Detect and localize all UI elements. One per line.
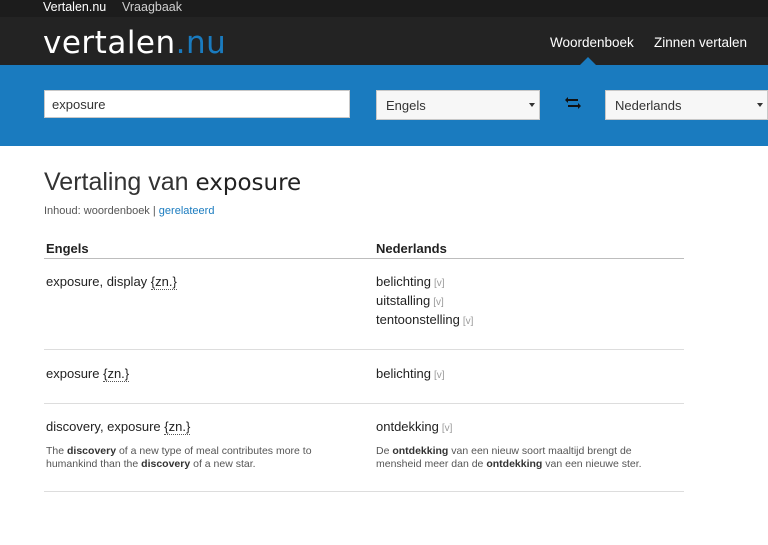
entry-term: exposure {zn.} xyxy=(46,366,130,382)
gender-tag: [v] xyxy=(433,278,445,289)
example-text: The xyxy=(46,445,68,457)
title-word: exposure xyxy=(195,170,302,196)
nav-active-indicator xyxy=(580,57,596,65)
translation: belichting [v] xyxy=(376,274,445,289)
gender-tag: [v] xyxy=(462,316,474,327)
page-title: Vertaling van exposure xyxy=(44,167,301,198)
translation: ontdekking [v] xyxy=(376,419,452,434)
translation: belichting [v] xyxy=(376,366,445,381)
translation-word[interactable]: belichting xyxy=(376,274,431,289)
entry-term: exposure, display {zn.} xyxy=(46,274,177,290)
nav-dictionary[interactable]: Woordenboek xyxy=(550,35,634,50)
translation: tentoonstelling [v] xyxy=(376,312,473,327)
row-divider xyxy=(44,349,684,350)
header: vertalen.nu Woordenboek Zinnen vertalen xyxy=(0,17,768,65)
source-language-select[interactable]: Engels xyxy=(376,90,540,120)
row-divider xyxy=(44,491,684,492)
translation-word[interactable]: belichting xyxy=(376,366,431,381)
example-nl: De ontdekking van een nieuw soort maalti… xyxy=(376,445,676,471)
logo-main: vertalen xyxy=(43,25,176,61)
example-highlight: discovery xyxy=(67,445,117,457)
title-prefix: Vertaling van xyxy=(44,168,196,196)
nav-sentences[interactable]: Zinnen vertalen xyxy=(654,35,747,50)
logo-dot: . xyxy=(175,25,187,61)
content-info: Inhoud: woordenboek | gerelateerd xyxy=(44,205,214,217)
example-text: of a new star. xyxy=(190,458,256,470)
content-separator: | xyxy=(152,205,156,217)
target-language-select[interactable]: Nederlands xyxy=(605,90,768,120)
pos-tag[interactable]: {zn.} xyxy=(103,366,130,382)
example-en: The discovery of a new type of meal cont… xyxy=(46,445,346,471)
swap-languages-icon[interactable] xyxy=(565,96,581,110)
related-link[interactable]: gerelateerd xyxy=(159,205,215,217)
entry-term: discovery, exposure {zn.} xyxy=(46,419,191,435)
entry-term-text: discovery, exposure xyxy=(46,419,161,434)
source-language-value: Engels xyxy=(386,98,426,113)
chevron-down-icon xyxy=(529,103,535,107)
content-label: Inhoud: woordenboek xyxy=(44,205,150,217)
translation-word[interactable]: ontdekking xyxy=(376,419,439,434)
entry-term-text: exposure, display xyxy=(46,274,148,289)
example-highlight: discovery xyxy=(141,458,191,470)
logo[interactable]: vertalen.nu xyxy=(43,25,226,61)
example-text: De xyxy=(376,445,393,457)
site-link[interactable]: Vertalen.nu xyxy=(43,0,106,14)
row-divider xyxy=(44,403,684,404)
gender-tag: [v] xyxy=(433,370,445,381)
gender-tag: [v] xyxy=(441,423,453,434)
example-highlight: ontdekking xyxy=(392,445,449,457)
help-link[interactable]: Vraagbaak xyxy=(122,0,182,14)
translation-word[interactable]: tentoonstelling xyxy=(376,312,460,327)
translation-word[interactable]: uitstalling xyxy=(376,293,430,308)
pos-tag[interactable]: {zn.} xyxy=(164,419,191,435)
column-header-en: Engels xyxy=(46,241,89,256)
chevron-down-icon xyxy=(757,103,763,107)
header-divider xyxy=(44,258,684,259)
entry-term-text: exposure xyxy=(46,366,100,381)
top-bar: Vertalen.nu Vraagbaak xyxy=(0,0,768,17)
translation: uitstalling [v] xyxy=(376,293,444,308)
logo-tld: nu xyxy=(186,25,227,61)
search-input[interactable] xyxy=(44,90,350,118)
example-text: van een nieuwe ster. xyxy=(542,458,642,470)
target-language-value: Nederlands xyxy=(615,98,682,113)
example-highlight: ontdekking xyxy=(486,458,543,470)
pos-tag[interactable]: {zn.} xyxy=(150,274,177,290)
gender-tag: [v] xyxy=(433,297,444,308)
column-header-nl: Nederlands xyxy=(376,241,447,256)
